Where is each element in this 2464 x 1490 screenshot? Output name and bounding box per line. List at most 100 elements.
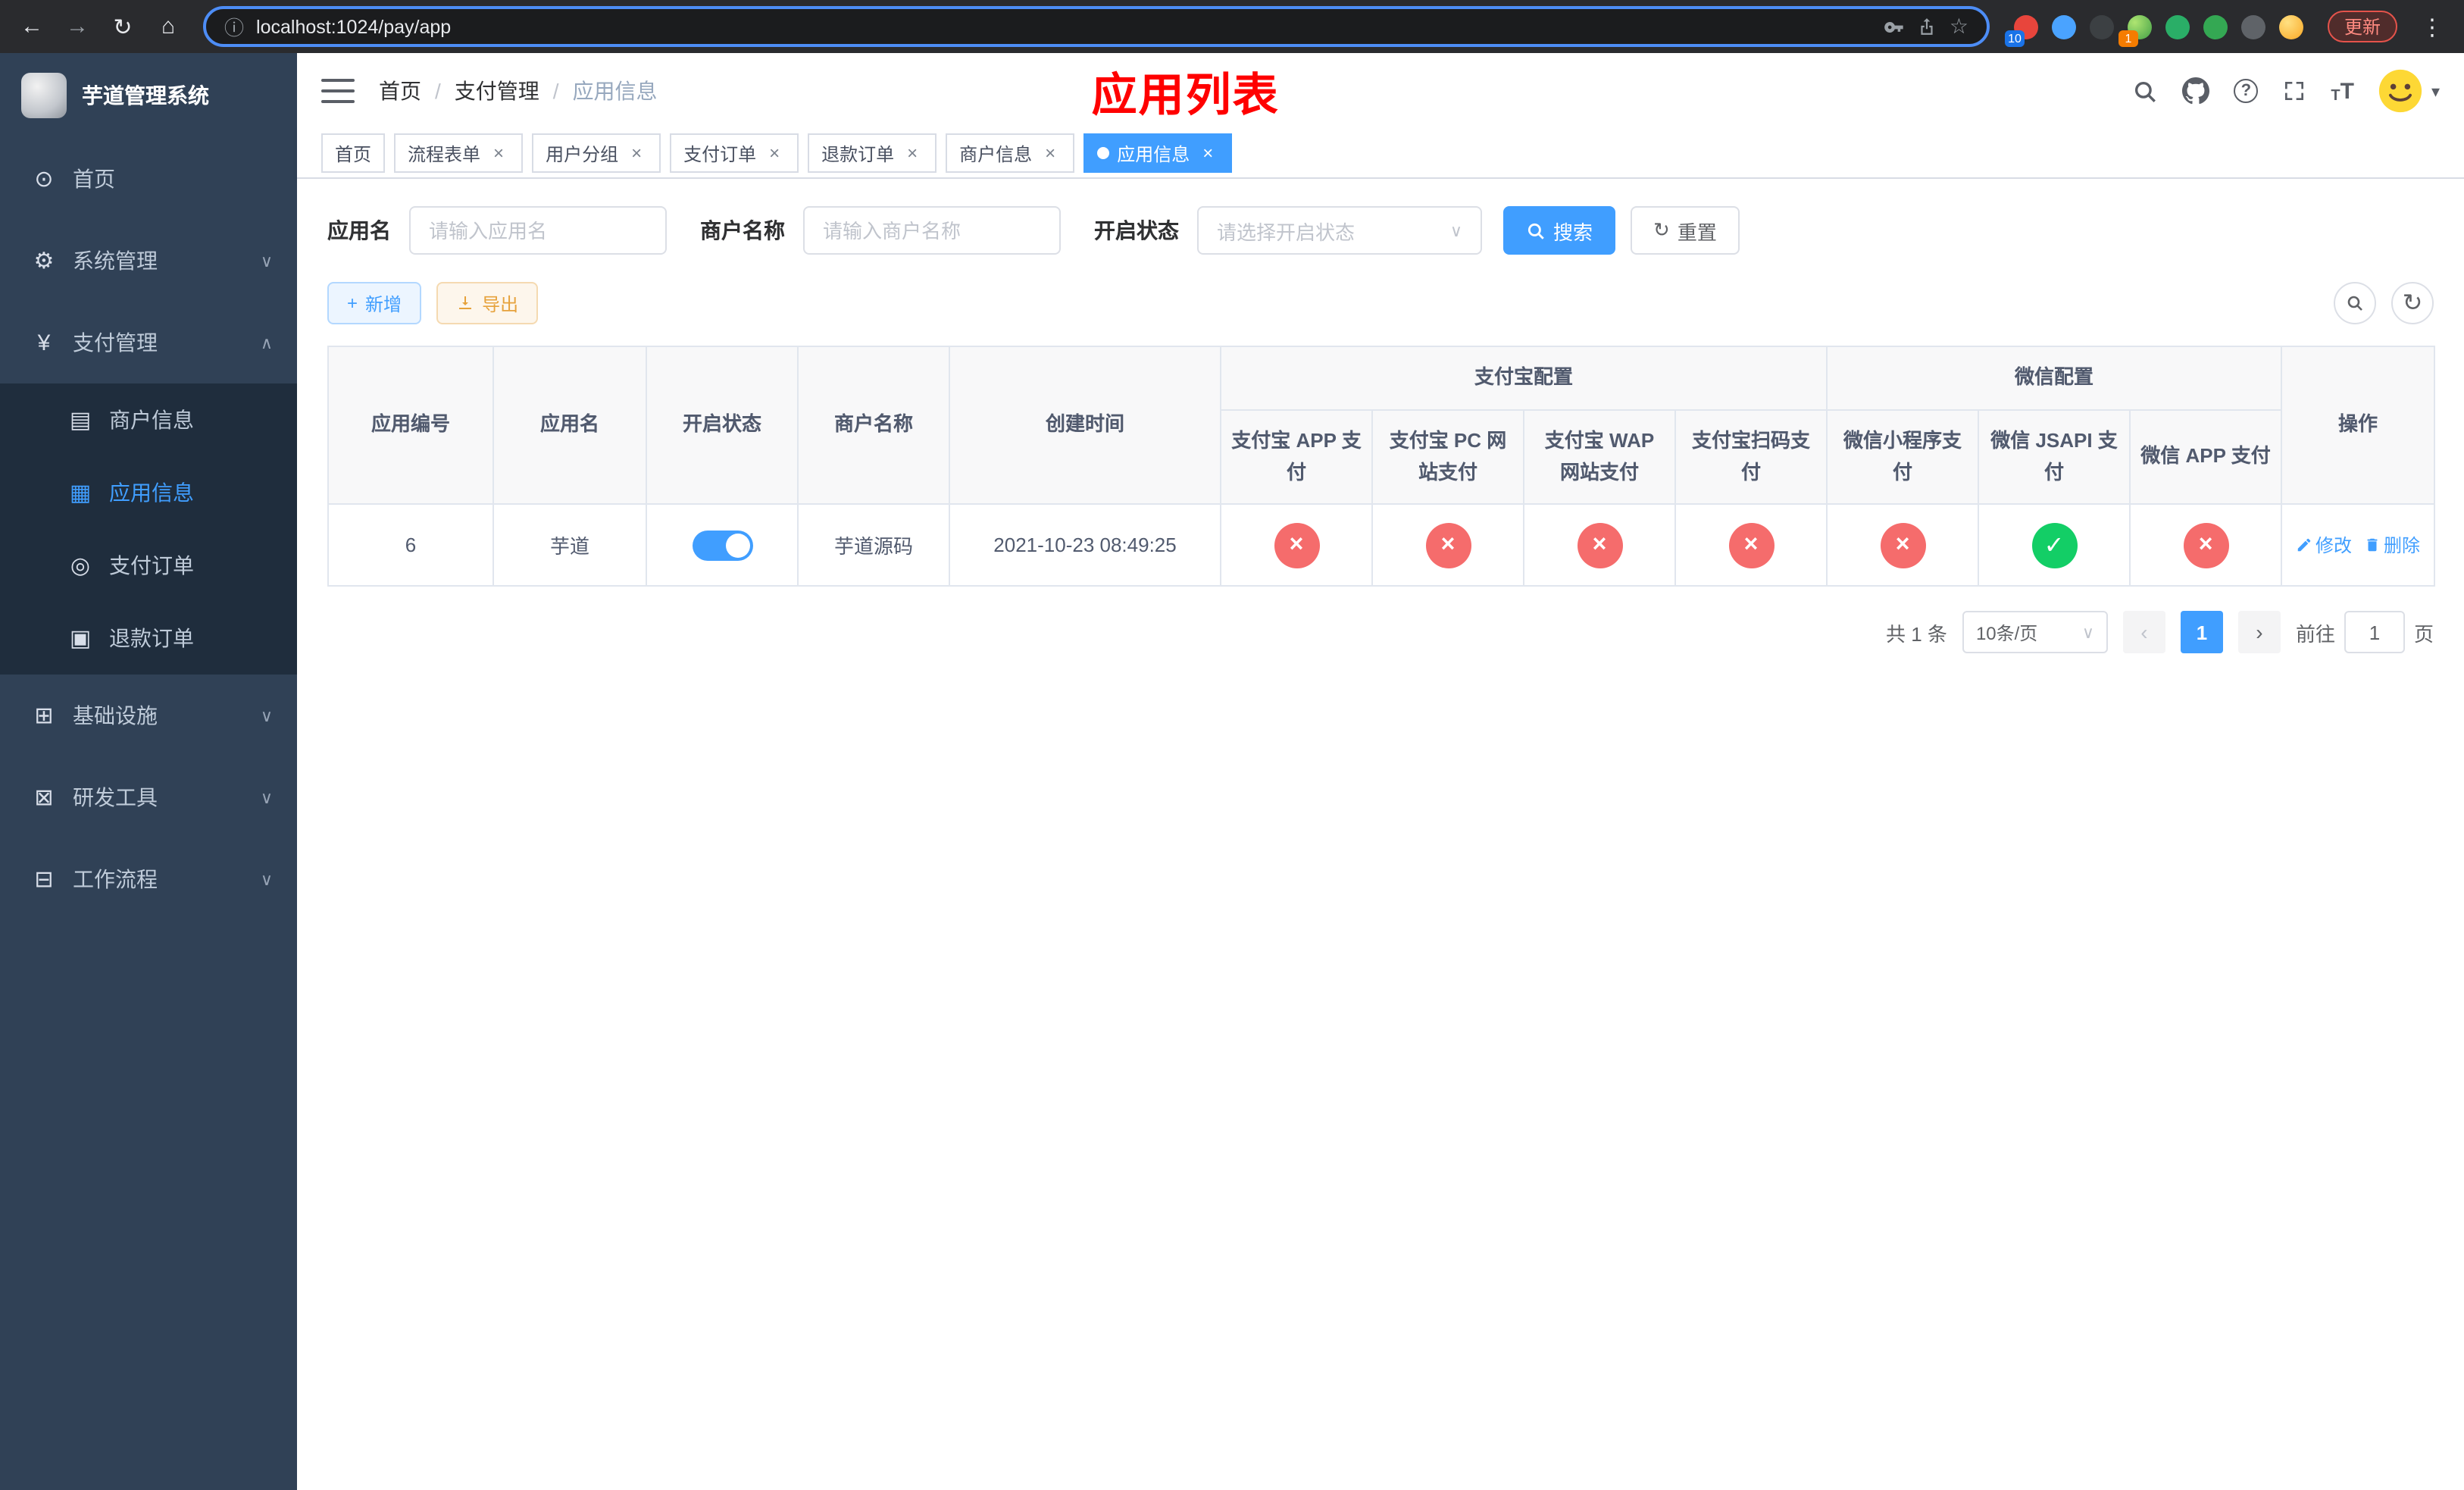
close-icon[interactable]: × bbox=[1197, 142, 1218, 164]
password-key-icon[interactable] bbox=[1884, 16, 1906, 37]
delete-link[interactable]: 删除 bbox=[2364, 532, 2420, 558]
tag-app-info[interactable]: 应用信息 × bbox=[1083, 133, 1233, 173]
chevron-up-icon: ∧ bbox=[260, 334, 273, 352]
sidebar-item-label: 应用信息 bbox=[109, 480, 194, 505]
cell-merchant: 芋道源码 bbox=[797, 503, 950, 587]
tag-merchant-info[interactable]: 商户信息 × bbox=[946, 133, 1075, 173]
sidebar-item-home[interactable]: ⊙ 首页 bbox=[0, 138, 297, 220]
browser-menu-icon[interactable]: ⋮ bbox=[2416, 13, 2449, 40]
next-page-button[interactable]: › bbox=[2237, 611, 2281, 653]
sidebar-item-payment[interactable]: ¥ 支付管理 ∧ bbox=[0, 302, 297, 383]
main-area: 首页 / 支付管理 / 应用信息 应用列表 ? T T ▾ 首页 流程表单 × … bbox=[297, 53, 2464, 1490]
chevron-down-icon: ∨ bbox=[260, 252, 273, 271]
sidebar-item-pay-orders[interactable]: ◎ 支付订单 bbox=[0, 529, 297, 602]
share-icon[interactable] bbox=[1918, 17, 1937, 36]
sidebar-item-dev-tools[interactable]: ⊠ 研发工具 ∨ bbox=[0, 756, 297, 838]
sidebar-item-workflow[interactable]: ⊟ 工作流程 ∨ bbox=[0, 838, 297, 920]
fullscreen-icon[interactable] bbox=[2282, 79, 2306, 103]
help-icon[interactable]: ? bbox=[2234, 79, 2259, 103]
page-1-button[interactable]: 1 bbox=[2180, 611, 2223, 653]
close-icon[interactable]: × bbox=[902, 142, 923, 164]
status-label: 开启状态 bbox=[1094, 218, 1179, 243]
reset-button[interactable]: ↻ 重置 bbox=[1631, 206, 1740, 255]
search-form: 应用名 商户名称 开启状态 请选择开启状态 ∨ 搜索 ↻ 重 bbox=[327, 206, 2434, 255]
sidebar-item-app-info[interactable]: ▦ 应用信息 bbox=[0, 456, 297, 529]
close-icon[interactable]: × bbox=[626, 142, 647, 164]
url-text[interactable]: localhost:1024/pay/app bbox=[256, 16, 1872, 37]
gear-icon: ⚙ bbox=[33, 249, 55, 274]
tag-refund-orders[interactable]: 退款订单 × bbox=[808, 133, 937, 173]
plus-icon: + bbox=[347, 293, 358, 314]
app-name-input[interactable] bbox=[409, 206, 667, 255]
sidebar-item-merchant-info[interactable]: ▤ 商户信息 bbox=[0, 383, 297, 456]
font-size-icon[interactable]: TT bbox=[2331, 78, 2354, 104]
table-row: 6 芋道 芋道源码 2021-10-23 08:49:25 × × × × × bbox=[327, 503, 2436, 587]
toggle-search-icon[interactable] bbox=[2334, 282, 2376, 324]
sidebar-item-label: 退款订单 bbox=[109, 626, 194, 650]
extension-icon-5[interactable] bbox=[2165, 14, 2190, 39]
browser-update-button[interactable]: 更新 bbox=[2327, 11, 2397, 42]
site-info-icon[interactable]: ⓘ bbox=[224, 12, 244, 41]
page-header: 首页 / 支付管理 / 应用信息 应用列表 ? T T ▾ bbox=[297, 53, 2464, 129]
address-bar[interactable]: ⓘ localhost:1024/pay/app ☆ bbox=[203, 6, 1990, 47]
extension-icon-2[interactable] bbox=[2051, 14, 2076, 39]
merchant-name-input[interactable] bbox=[803, 206, 1061, 255]
sidebar-item-refund-orders[interactable]: ▣ 退款订单 bbox=[0, 602, 297, 675]
goto-page: 前往 页 bbox=[2296, 611, 2434, 653]
cell-alipay-wap: × bbox=[1523, 503, 1676, 587]
breadcrumb-current: 应用信息 bbox=[572, 79, 658, 103]
refresh-table-icon[interactable]: ↻ bbox=[2391, 282, 2434, 324]
tag-user-group[interactable]: 用户分组 × bbox=[532, 133, 661, 173]
sidebar-toggle-icon[interactable] bbox=[321, 79, 355, 103]
tag-label: 应用信息 bbox=[1117, 143, 1190, 164]
page-size-select[interactable]: 10条/页 ∨ bbox=[1962, 611, 2108, 653]
breadcrumb-home[interactable]: 首页 bbox=[379, 76, 421, 106]
col-alipay-app: 支付宝 APP 支付 bbox=[1220, 409, 1373, 505]
extension-icon-7[interactable] bbox=[2240, 14, 2265, 39]
goto-page-input[interactable] bbox=[2344, 611, 2405, 653]
status-select[interactable]: 请选择开启状态 ∨ bbox=[1197, 206, 1482, 255]
home-icon[interactable]: ⌂ bbox=[152, 14, 185, 39]
search-button-label: 搜索 bbox=[1553, 221, 1593, 243]
reload-icon[interactable]: ↻ bbox=[106, 13, 139, 40]
github-icon[interactable] bbox=[2182, 77, 2210, 105]
search-icon[interactable] bbox=[2132, 78, 2158, 104]
extension-icon-1[interactable]: 10 bbox=[2004, 14, 2038, 46]
col-group-alipay: 支付宝配置 bbox=[1219, 346, 1828, 411]
col-alipay-qr: 支付宝扫码支付 bbox=[1674, 409, 1828, 505]
prev-page-button[interactable]: ‹ bbox=[2122, 611, 2165, 653]
tag-home[interactable]: 首页 bbox=[321, 133, 386, 173]
pagination: 共 1 条 10条/页 ∨ ‹ 1 › 前往 页 bbox=[327, 611, 2434, 653]
chevron-down-icon: ∨ bbox=[260, 707, 273, 725]
search-button[interactable]: 搜索 bbox=[1503, 206, 1616, 255]
status-toggle[interactable] bbox=[692, 530, 752, 560]
bookmark-star-icon[interactable]: ☆ bbox=[1950, 14, 1968, 39]
chevron-down-icon: ∨ bbox=[260, 871, 273, 889]
cell-app-name: 芋道 bbox=[492, 503, 647, 587]
breadcrumb-payment[interactable]: 支付管理 bbox=[455, 76, 539, 106]
sidebar-item-label: 支付订单 bbox=[109, 553, 194, 578]
extension-icon-4[interactable]: 1 bbox=[2118, 14, 2152, 46]
back-icon[interactable]: ← bbox=[15, 14, 48, 39]
edit-link[interactable]: 修改 bbox=[2296, 532, 2352, 558]
sidebar-item-infrastructure[interactable]: ⊞ 基础设施 ∨ bbox=[0, 675, 297, 756]
tag-process-form[interactable]: 流程表单 × bbox=[394, 133, 524, 173]
sidebar-item-system[interactable]: ⚙ 系统管理 ∨ bbox=[0, 220, 297, 302]
page-overlay-title: 应用列表 bbox=[1091, 71, 1280, 121]
close-icon[interactable]: × bbox=[764, 142, 785, 164]
close-icon[interactable]: × bbox=[1040, 142, 1061, 164]
sidebar-item-label: 基础设施 bbox=[73, 703, 158, 728]
tag-pay-orders[interactable]: 支付订单 × bbox=[670, 133, 799, 173]
export-button[interactable]: 导出 bbox=[436, 282, 539, 324]
col-app-id: 应用编号 bbox=[327, 346, 494, 505]
extension-icon-6[interactable] bbox=[2203, 14, 2228, 39]
cell-wechat-mini: × bbox=[1826, 503, 1980, 587]
extension-icon-3[interactable] bbox=[2089, 14, 2114, 39]
add-button-label: 新增 bbox=[365, 293, 402, 315]
forward-icon[interactable]: → bbox=[61, 14, 94, 39]
add-button[interactable]: + 新增 bbox=[327, 282, 422, 324]
user-menu[interactable]: ▾ bbox=[2378, 68, 2440, 114]
close-icon[interactable]: × bbox=[488, 142, 509, 164]
extension-icon-8[interactable] bbox=[2278, 14, 2303, 39]
chevron-down-icon: ∨ bbox=[2081, 624, 2094, 642]
